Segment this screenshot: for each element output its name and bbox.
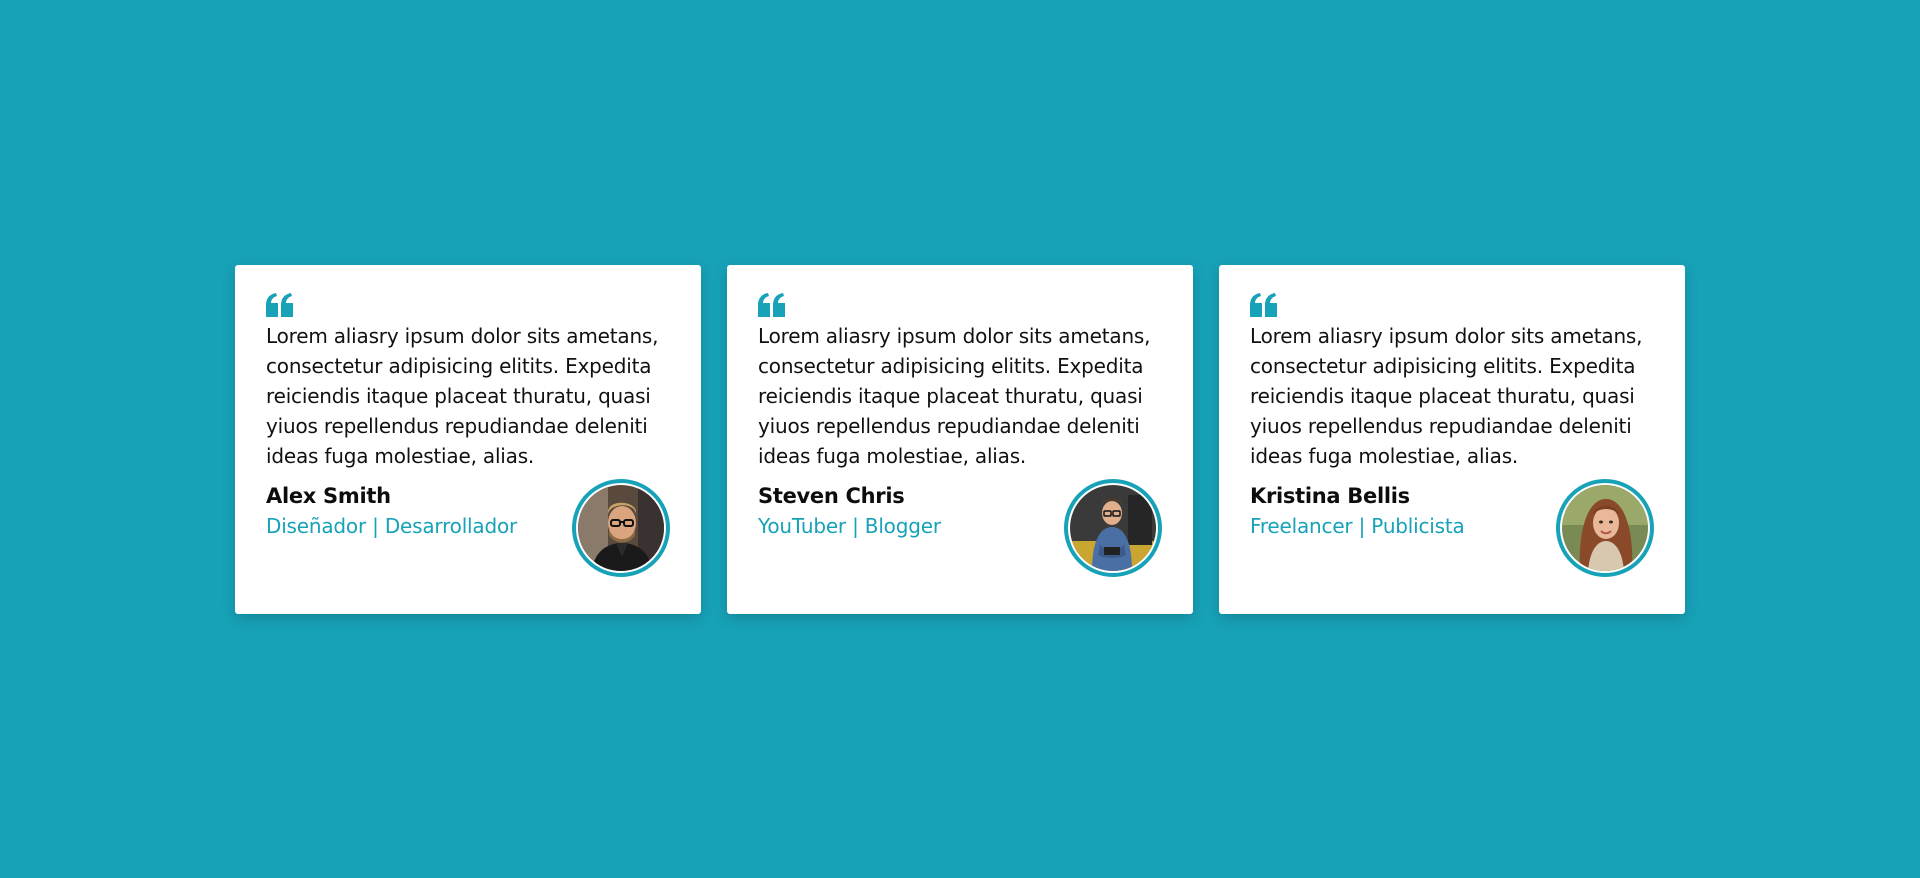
quote-icon — [758, 293, 786, 317]
testimonials-row: Lorem aliasry ipsum dolor sits ametans, … — [235, 265, 1685, 614]
quote-icon — [266, 293, 294, 317]
testimonial-footer: Alex Smith Diseñador | Desarrollador — [266, 479, 670, 577]
testimonial-footer: Steven Chris YouTuber | Blogger — [758, 479, 1162, 577]
testimonial-text: Lorem aliasry ipsum dolor sits ametans, … — [758, 324, 1151, 468]
testimonial-text: Lorem aliasry ipsum dolor sits ametans, … — [1250, 324, 1643, 468]
testimonial-card: Lorem aliasry ipsum dolor sits ametans, … — [1219, 265, 1685, 614]
woman-long-hair-avatar-icon — [1562, 485, 1648, 571]
avatar — [572, 479, 670, 577]
man-glasses-beard-avatar-icon — [578, 485, 664, 571]
page: { "testimonials": [ { "text": "Lorem ali… — [0, 0, 1920, 878]
man-sitting-glasses-avatar-icon — [1070, 485, 1156, 571]
quote-icon — [1250, 293, 1278, 317]
testimonial-card: Lorem aliasry ipsum dolor sits ametans, … — [727, 265, 1193, 614]
avatar — [1556, 479, 1654, 577]
avatar — [1064, 479, 1162, 577]
testimonial-text: Lorem aliasry ipsum dolor sits ametans, … — [266, 324, 659, 468]
testimonial-footer: Kristina Bellis Freelancer | Publicista — [1250, 479, 1654, 577]
testimonial-card: Lorem aliasry ipsum dolor sits ametans, … — [235, 265, 701, 614]
